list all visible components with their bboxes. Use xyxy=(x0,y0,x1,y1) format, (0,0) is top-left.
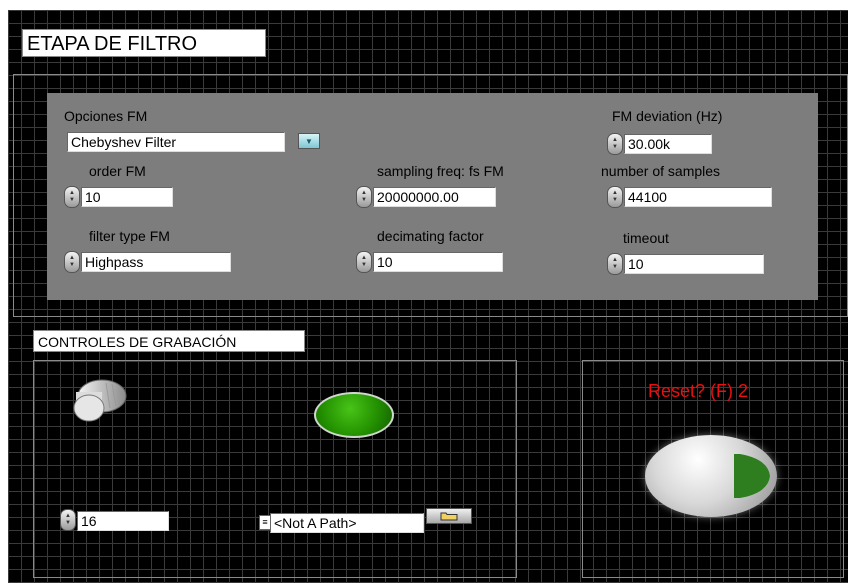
timeout-input[interactable]: 10 xyxy=(624,254,764,274)
order-fm-spinner-icon[interactable]: ▲ ▼ xyxy=(64,186,80,208)
decimating-factor-input[interactable]: 10 xyxy=(373,252,503,272)
filter-type-fm-input[interactable]: Highpass xyxy=(81,252,231,272)
play-arrow-icon xyxy=(734,454,770,498)
opciones-fm-dropdown-icon[interactable]: ▼ xyxy=(298,133,320,149)
number-of-samples-spinner-icon[interactable]: ▲ ▼ xyxy=(607,186,623,208)
browse-folder-button[interactable] xyxy=(426,508,472,524)
number-of-samples-input[interactable]: 44100 xyxy=(624,187,772,207)
folder-icon xyxy=(440,512,458,521)
timeout-spinner-icon[interactable]: ▲ ▼ xyxy=(607,253,623,275)
sampling-freq-label: sampling freq: fs FM xyxy=(377,163,504,179)
filter-cluster: Opciones FM Chebyshev Filter ▼ order FM … xyxy=(47,93,818,300)
number-of-samples-label: number of samples xyxy=(601,163,721,179)
fm-deviation-label: FM deviation (Hz) xyxy=(612,108,723,124)
sampling-freq-spinner-icon[interactable]: ▲ ▼ xyxy=(356,186,372,208)
recording-numeric-spinner-icon[interactable]: ▲ ▼ xyxy=(60,509,76,531)
opciones-fm-label: Opciones FM xyxy=(64,108,148,124)
filter-type-fm-spinner-icon[interactable]: ▲ ▼ xyxy=(64,251,80,273)
panel-title: ETAPA DE FILTRO xyxy=(22,29,266,57)
opciones-fm-ring[interactable]: Chebyshev Filter xyxy=(67,132,285,152)
knob-icon[interactable] xyxy=(66,378,130,422)
recording-numeric-input[interactable]: 16 xyxy=(77,511,169,531)
fm-deviation-input[interactable]: 30.00k xyxy=(624,134,712,154)
fm-deviation-spinner-icon[interactable]: ▲ ▼ xyxy=(607,133,623,155)
order-fm-input[interactable]: 10 xyxy=(81,187,173,207)
reset-label: Reset? (F) 2 xyxy=(648,381,749,401)
recording-title: CONTROLES DE GRABACIÓN xyxy=(33,330,305,352)
decimating-factor-spinner-icon[interactable]: ▲ ▼ xyxy=(356,251,372,273)
decimating-factor-label: decimating factor xyxy=(377,228,484,244)
reset-button[interactable] xyxy=(645,435,777,517)
file-path-input[interactable]: <Not A Path> xyxy=(270,513,424,533)
status-led[interactable] xyxy=(314,392,394,438)
filter-type-fm-label: filter type FM xyxy=(89,228,170,244)
timeout-label: timeout xyxy=(623,230,669,246)
front-panel: ETAPA DE FILTRO Opciones FM Chebyshev Fi… xyxy=(8,10,848,583)
order-fm-label: order FM xyxy=(89,163,146,179)
sampling-freq-input[interactable]: 20000000.00 xyxy=(373,187,496,207)
